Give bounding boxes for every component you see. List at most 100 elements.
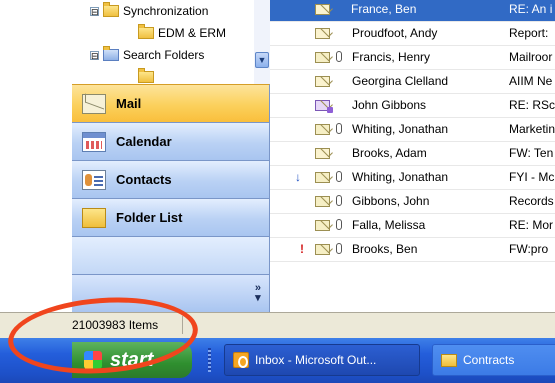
message-from: Georgina Clelland <box>352 74 449 88</box>
nav-calendar-label: Calendar <box>116 134 172 149</box>
message-status-icon <box>315 99 333 113</box>
task-inbox-button[interactable]: Inbox - Microsoft Out... <box>224 344 420 376</box>
message-subject: Records <box>509 194 554 208</box>
status-divider <box>182 316 183 334</box>
message-row[interactable]: Whiting, Jonathan Marketin <box>270 117 555 141</box>
nav-calendar-button[interactable]: Calendar <box>72 122 270 160</box>
attachment-icon <box>336 123 342 134</box>
message-row[interactable]: ↓ Whiting, Jonathan FYI - Mc <box>270 165 555 189</box>
high-importance-icon: ! <box>300 242 304 256</box>
collapse-icon[interactable]: ⊟ <box>90 6 99 16</box>
message-status-icon <box>315 3 330 15</box>
message-from: Proudfoot, Andy <box>352 26 438 40</box>
message-from: Whiting, Jonathan <box>352 170 449 184</box>
message-row[interactable]: Falla, Melissa RE: Mor <box>270 213 555 237</box>
tree-scrollbar[interactable]: ▼ <box>254 0 270 84</box>
outlook-icon <box>233 352 249 368</box>
message-subject: FYI - Mc <box>509 170 555 184</box>
envelope-icon <box>315 51 330 63</box>
message-subject: AIIM Ne <box>509 74 553 88</box>
tree-item-search-folders[interactable]: ⊟ Search Folders <box>90 46 204 64</box>
nav-folder-list-button[interactable]: Folder List <box>72 198 270 236</box>
scroll-down-button[interactable]: ▼ <box>255 52 269 68</box>
attachment-icon <box>336 219 342 230</box>
envelope-icon <box>315 219 330 231</box>
message-status-icon <box>315 219 330 231</box>
low-importance-icon: ↓ <box>295 170 301 184</box>
taskbar-grip[interactable] <box>208 348 211 372</box>
folder-icon <box>103 2 119 17</box>
collapse-icon[interactable]: ⊟ <box>90 50 99 60</box>
mail-icon <box>82 93 106 114</box>
message-subject: RE: RSc <box>509 98 555 112</box>
nav-mail-button[interactable]: Mail <box>72 84 270 122</box>
nav-empty-row <box>72 236 270 274</box>
folder-icon <box>441 353 457 367</box>
tree-item-partial[interactable] <box>138 68 158 84</box>
folder-tree[interactable]: ⊟ Synchronization EDM & ERM ⊟ Search Fol… <box>72 0 271 84</box>
message-status-icon <box>315 27 330 39</box>
message-subject: Mailroor <box>509 50 553 64</box>
tree-item-synchronization[interactable]: ⊟ Synchronization <box>90 2 208 20</box>
message-subject: RE: An i <box>509 2 553 16</box>
task-contracts-button[interactable]: Contracts <box>432 344 555 376</box>
message-row[interactable]: Georgina Clelland AIIM Ne <box>270 69 555 93</box>
taskbar: start Inbox - Microsoft Out... Contracts <box>0 338 555 383</box>
message-from: Francis, Henry <box>352 50 431 64</box>
message-status-icon <box>315 51 330 63</box>
message-subject: Report: <box>509 26 549 40</box>
message-row[interactable]: France, Ben RE: An i <box>270 0 555 21</box>
envelope-icon <box>315 3 330 15</box>
message-from: Gibbons, John <box>352 194 430 208</box>
status-bar: 21003983 Items <box>0 312 555 338</box>
tree-item-label: EDM & ERM <box>158 26 227 40</box>
attachment-icon <box>336 243 342 254</box>
nav-contacts-button[interactable]: Contacts <box>72 160 270 198</box>
task-label: Contracts <box>463 353 515 367</box>
configure-buttons-icon[interactable]: » ▾ <box>255 283 261 304</box>
nav-contacts-label: Contacts <box>116 172 172 187</box>
windows-logo-icon <box>84 351 102 369</box>
folder-list-icon <box>82 207 106 228</box>
message-list[interactable]: France, Ben RE: An i Proudfoot, Andy Report… <box>270 0 555 312</box>
start-button[interactable]: start <box>72 342 192 378</box>
message-status-icon <box>315 195 330 207</box>
envelope-icon <box>315 123 330 135</box>
message-from: France, Ben <box>351 2 417 16</box>
task-label: Inbox - Microsoft Out... <box>255 353 377 367</box>
message-status-icon <box>315 75 330 87</box>
message-subject: FW: Ten <box>509 146 554 160</box>
message-from: Falla, Melissa <box>352 218 426 232</box>
envelope-icon <box>315 27 330 39</box>
tree-item-label: Synchronization <box>123 4 209 18</box>
message-row[interactable]: Brooks, Adam FW: Ten <box>270 141 555 165</box>
tree-item-label: Search Folders <box>123 48 205 62</box>
envelope-icon <box>315 75 330 87</box>
message-status-icon <box>315 123 330 135</box>
attachment-icon <box>336 51 342 62</box>
nav-mail-label: Mail <box>116 96 142 111</box>
start-label: start <box>110 348 154 371</box>
meeting-request-icon <box>315 99 333 113</box>
envelope-icon <box>315 243 330 255</box>
tree-item-edm-erm[interactable]: EDM & ERM <box>138 24 226 42</box>
message-row-partial[interactable] <box>270 261 555 285</box>
message-from: John Gibbons <box>352 98 427 112</box>
folder-icon <box>138 24 154 39</box>
nav-folder-list-label: Folder List <box>116 210 183 225</box>
message-from: Whiting, Jonathan <box>352 122 449 136</box>
message-row[interactable]: Francis, Henry Mailroor <box>270 45 555 69</box>
message-row[interactable]: Gibbons, John Records <box>270 189 555 213</box>
message-row[interactable]: ! Brooks, Ben FW:pro <box>270 237 555 261</box>
item-count: 21003983 Items <box>72 318 159 332</box>
message-subject: FW:pro <box>509 242 549 256</box>
message-subject: RE: Mor <box>509 218 554 232</box>
attachment-icon <box>336 171 342 182</box>
message-row[interactable]: Proudfoot, Andy Report: <box>270 21 555 45</box>
message-subject: Marketin <box>509 122 555 136</box>
envelope-icon <box>315 171 330 183</box>
envelope-icon <box>315 147 330 159</box>
envelope-icon <box>315 195 330 207</box>
message-status-icon <box>315 171 330 183</box>
message-row[interactable]: John Gibbons RE: RSc <box>270 93 555 117</box>
